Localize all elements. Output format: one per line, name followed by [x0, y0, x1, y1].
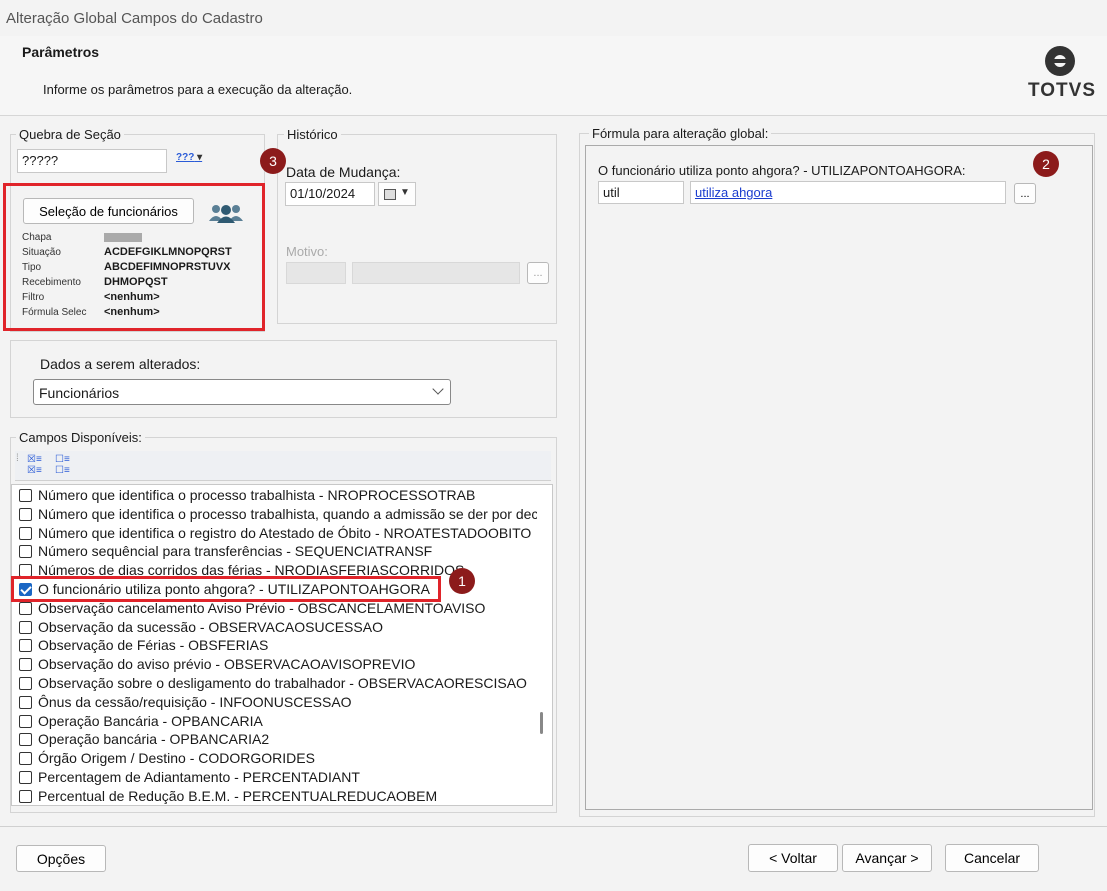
toolbar-grip-icon: ⁞ [16, 453, 19, 464]
list-item[interactable]: Número que identifica o processo trabalh… [12, 505, 537, 524]
checkbox[interactable] [19, 601, 32, 615]
quebra-secao-input[interactable]: ????? [17, 149, 167, 173]
list-item[interactable]: Operação bancária - OPBANCARIA2 [12, 730, 537, 749]
list-item[interactable]: Observação do aviso prévio - OBSERVACAOA… [12, 655, 537, 674]
historico-legend: Histórico [284, 127, 341, 142]
title-bar: Alteração Global Campos do Cadastro [0, 0, 1107, 36]
chevron-down-icon: ▾ [194, 152, 203, 163]
list-item[interactable]: Operação Bancária - OPBANCARIA [12, 712, 537, 731]
checked-item-highlight-box [11, 576, 441, 602]
list-scrollbar[interactable] [540, 712, 543, 734]
campos-list[interactable]: Número que identifica o processo trabalh… [11, 484, 553, 806]
selection-highlight-box [3, 183, 265, 331]
dados-label: Dados a serem alterados: [40, 356, 201, 372]
data-mudanca-label: Data de Mudança: [286, 164, 401, 180]
list-item-label: Observação cancelamento Aviso Prévio - O… [38, 599, 486, 616]
dialog-window: Alteração Global Campos do Cadastro Parâ… [0, 0, 1107, 891]
check-all-icon[interactable]: ☒≡ ☒≡ [27, 454, 42, 476]
quebra-secao-legend: Quebra de Seção [16, 127, 124, 142]
list-item-label: Operação Bancária - OPBANCARIA [38, 712, 263, 729]
badge-3: 3 [260, 148, 286, 174]
checkbox[interactable] [19, 545, 32, 559]
formula-panel: O funcionário utiliza ponto ahgora? - UT… [585, 145, 1093, 810]
list-item[interactable]: Ônus da cessão/requisição - INFOONUSCESS… [12, 693, 537, 712]
motivo-description-input [352, 262, 520, 284]
dados-select-value: Funcionários [39, 385, 120, 401]
list-item-label: Observação da sucessão - OBSERVACAOSUCES… [38, 618, 383, 635]
motivo-label: Motivo: [286, 244, 328, 259]
list-item[interactable]: Observação da sucessão - OBSERVACAOSUCES… [12, 618, 537, 637]
campos-legend: Campos Disponíveis: [16, 430, 145, 445]
list-item-label: Número que identifica o processo trabalh… [38, 505, 537, 522]
formula-link[interactable]: utiliza ahgora [695, 185, 772, 200]
checkbox[interactable] [19, 620, 32, 634]
checkbox[interactable] [19, 639, 32, 653]
totvs-logo: TOTVS [1028, 46, 1096, 110]
badge-2: 2 [1033, 151, 1059, 177]
checkbox[interactable] [19, 658, 32, 672]
avancar-button[interactable]: Avançar > [842, 844, 932, 872]
list-item-label: Número sequêncial para transferências - … [38, 543, 433, 560]
checkbox[interactable] [19, 733, 32, 747]
chevron-down-icon: ▼ [400, 187, 410, 198]
opcoes-button[interactable]: Opções [16, 845, 106, 872]
campos-toolbar: ⁞ ☒≡ ☒≡ ☐≡ ☐≡ [15, 451, 551, 481]
list-item-label: Percentual de Redução B.E.M. - PERCENTUA… [38, 787, 438, 804]
totvs-logo-text: TOTVS [1028, 80, 1096, 101]
list-item[interactable]: Número que identifica o registro do Ates… [12, 524, 537, 543]
historico-group [277, 134, 557, 324]
checkbox[interactable] [19, 677, 32, 690]
motivo-code-input [286, 262, 346, 284]
list-item[interactable]: Número que identifica o processo trabalh… [12, 486, 537, 505]
list-item-label: Número que identifica o registro do Ates… [38, 524, 532, 541]
checkbox[interactable] [19, 526, 32, 540]
list-item-label: Ônus da cessão/requisição - INFOONUSCESS… [38, 693, 352, 710]
voltar-button[interactable]: < Voltar [748, 844, 838, 872]
checkbox[interactable] [19, 714, 32, 728]
list-item[interactable]: Percentagem de Adiantamento - PERCENTADI… [12, 768, 537, 787]
data-mudanca-input[interactable]: 01/10/2024 [285, 182, 375, 206]
checkbox[interactable] [19, 489, 32, 502]
badge-1: 1 [449, 568, 475, 594]
window-title: Alteração Global Campos do Cadastro [6, 10, 263, 27]
uncheck-all-icon[interactable]: ☐≡ ☐≡ [55, 454, 70, 476]
lookup-icon-text: ??? [176, 152, 195, 163]
formula-code-input[interactable]: util [598, 181, 684, 204]
list-item[interactable]: Observação sobre o desligamento do traba… [12, 674, 537, 693]
list-item[interactable]: Percentual de Redução B.E.M. - PERCENTUA… [12, 787, 537, 805]
checkbox[interactable] [19, 752, 32, 766]
motivo-lookup-button: ... [527, 262, 549, 284]
formula-lookup-button[interactable]: ... [1014, 183, 1036, 204]
list-item-label: Observação sobre o desligamento do traba… [38, 675, 527, 691]
formula-legend: Fórmula para alteração global: [589, 126, 772, 141]
checkbox[interactable] [19, 789, 32, 803]
wizard-header: Parâmetros Informe os parâmetros para a … [0, 36, 1107, 116]
formula-field-label: O funcionário utiliza ponto ahgora? - UT… [598, 163, 966, 178]
chevron-down-icon [432, 383, 444, 395]
cancelar-button[interactable]: Cancelar [945, 844, 1039, 872]
list-item-label: Observação do aviso prévio - OBSERVACAOA… [38, 656, 416, 673]
list-item-label: Operação bancária - OPBANCARIA2 [38, 731, 270, 748]
calendar-icon [384, 189, 396, 200]
checkbox[interactable] [19, 695, 32, 709]
page-title: Parâmetros [22, 44, 100, 60]
list-item-label: Órgão Origem / Destino - CODORGORIDES [38, 750, 315, 767]
list-item[interactable]: Número sequêncial para transferências - … [12, 542, 537, 561]
list-item-label: Percentagem de Adiantamento - PERCENTADI… [38, 769, 360, 785]
list-item-label: Observação de Férias - OBSFERIAS [38, 637, 269, 654]
page-subtitle: Informe os parâmetros para a execução da… [43, 82, 353, 97]
list-item[interactable]: Observação de Férias - OBSFERIAS [12, 636, 537, 655]
checkbox[interactable] [19, 771, 32, 784]
dados-select[interactable]: Funcionários [33, 379, 451, 405]
formula-link-field[interactable]: utiliza ahgora [690, 181, 1006, 204]
list-item[interactable]: Órgão Origem / Destino - CODORGORIDES [12, 749, 537, 768]
checkbox[interactable] [19, 507, 32, 521]
lookup-dropdown-icon[interactable]: ??? ▾ [176, 152, 212, 170]
footer-divider [0, 826, 1107, 827]
calendar-dropdown[interactable]: ▼ [378, 182, 416, 206]
totvs-logo-icon [1045, 46, 1075, 76]
list-item-label: Número que identifica o processo trabalh… [38, 487, 476, 503]
